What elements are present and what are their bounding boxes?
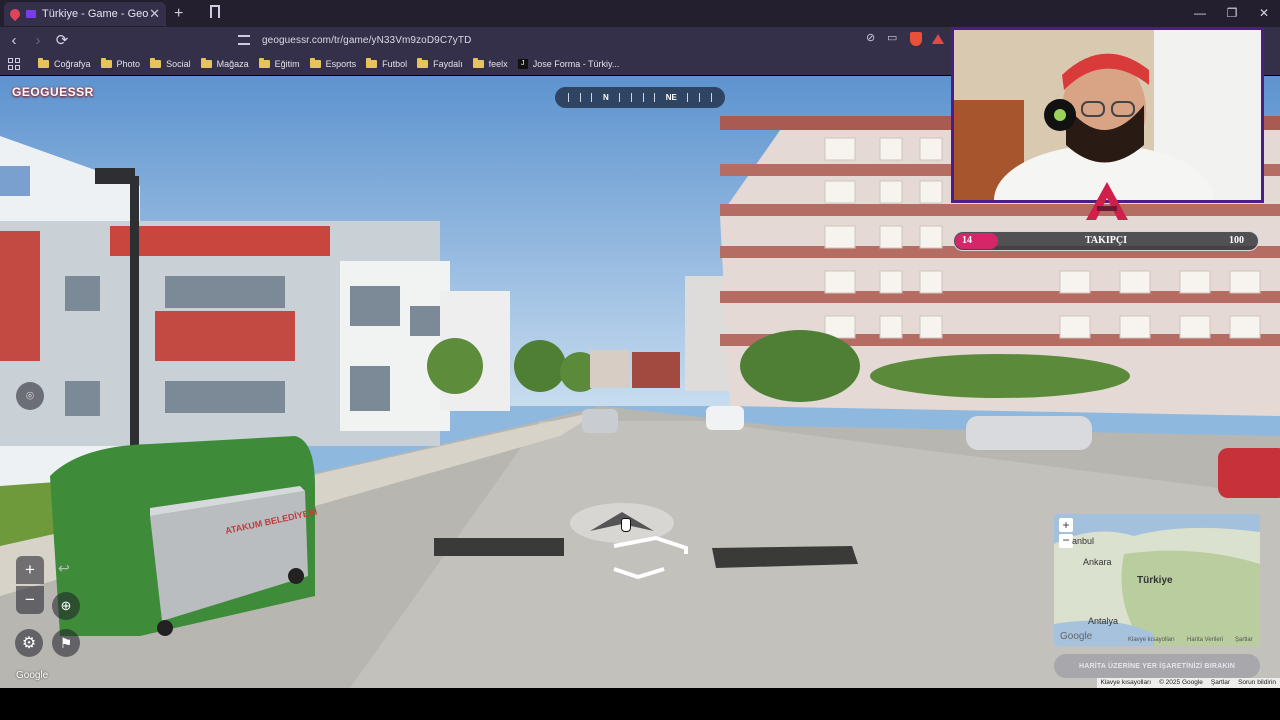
screen-cast-icon[interactable]: ▭ bbox=[887, 31, 897, 44]
map-label-turkiye: Türkiye bbox=[1137, 575, 1173, 586]
bookmark-magaza[interactable]: Mağaza bbox=[200, 58, 249, 69]
cast-off-icon[interactable]: ⊘ bbox=[866, 31, 875, 44]
bookmark-photo[interactable]: Photo bbox=[100, 58, 140, 69]
brave-rewards-icon[interactable] bbox=[932, 34, 944, 44]
follower-label: TAKIPÇI bbox=[1084, 235, 1128, 246]
checkpoint-button[interactable]: ⊕ bbox=[52, 592, 80, 620]
folder-icon bbox=[38, 58, 49, 68]
bookmark-feelx[interactable]: feelx bbox=[472, 58, 508, 69]
bookmark-social[interactable]: Social bbox=[150, 58, 191, 69]
minimap-google-logo: Google bbox=[1060, 631, 1093, 642]
location-pin-icon: ⌾ bbox=[26, 388, 34, 403]
bookmark-egitim[interactable]: Eğitim bbox=[258, 58, 300, 69]
flag-icon: ⚑ bbox=[59, 634, 73, 651]
minimap-data-link[interactable]: Harita Verileri bbox=[1187, 637, 1223, 643]
apps-grid-icon[interactable] bbox=[8, 58, 20, 70]
return-to-start-button[interactable]: ⌾ bbox=[16, 382, 44, 410]
zoom-in-button[interactable]: + bbox=[16, 556, 44, 584]
url-field[interactable]: geoguessr.com/tr/game/yN33Vm9zoD9C7yTD bbox=[232, 30, 952, 50]
compass-northeast: NE bbox=[665, 93, 677, 102]
keyboard-shortcuts-link[interactable]: Klavye kısayolları bbox=[1097, 678, 1156, 688]
geoguessr-logo: GEOGUESSR bbox=[12, 85, 94, 99]
minimap-terms-link[interactable]: Şartlar bbox=[1235, 637, 1253, 643]
gear-icon: ⚙ bbox=[21, 635, 37, 652]
bookmark-jose-forma[interactable]: J Jose Forma - Türkiy... bbox=[517, 59, 619, 69]
settings-button[interactable]: ⚙ bbox=[15, 629, 43, 657]
restore-button[interactable]: ❐ bbox=[1216, 0, 1248, 27]
follower-goal: 100 bbox=[1229, 235, 1244, 246]
webcam-overlay bbox=[951, 27, 1264, 203]
map-label-ankara: Ankara bbox=[1083, 557, 1112, 567]
compass-north: N bbox=[603, 93, 609, 102]
hand-cursor-icon bbox=[621, 518, 631, 532]
channel-logo-icon bbox=[1086, 182, 1128, 220]
close-window-button[interactable]: ✕ bbox=[1248, 0, 1280, 27]
window-controls: — ❐ ✕ bbox=[1184, 0, 1280, 27]
folder-icon bbox=[366, 58, 378, 68]
map-label-antalya: Antalya bbox=[1088, 616, 1119, 626]
bookmark-futbol[interactable]: Futbol bbox=[366, 58, 407, 69]
tab-close-icon[interactable]: ✕ bbox=[149, 6, 160, 22]
minimap-zoom-in-button[interactable]: + bbox=[1059, 518, 1073, 532]
minimap-shortcuts-link[interactable]: Klavye kısayolları bbox=[1128, 637, 1175, 643]
minimize-button[interactable]: — bbox=[1184, 0, 1216, 27]
site-settings-icon[interactable] bbox=[238, 35, 250, 45]
url-text: geoguessr.com/tr/game/yN33Vm9zoD9C7yTD bbox=[262, 34, 472, 46]
folder-icon bbox=[309, 58, 321, 68]
new-tab-button[interactable]: + bbox=[174, 5, 183, 23]
pin-plus-icon: ⊕ bbox=[60, 598, 72, 613]
terms-link[interactable]: Şartlar bbox=[1207, 678, 1234, 688]
folder-icon bbox=[258, 58, 270, 68]
follower-goal-bar: 14 TAKIPÇI 100 bbox=[953, 231, 1259, 251]
brave-shield-icon[interactable] bbox=[910, 32, 922, 46]
guess-button[interactable]: HARİTA ÜZERİNE YER İŞARETİNİZİ BIRAKIN bbox=[1054, 654, 1260, 678]
undo-button[interactable]: ↩ bbox=[58, 560, 70, 577]
location-pin-icon bbox=[7, 6, 23, 21]
folder-icon bbox=[200, 58, 212, 68]
browser-tab-bar: Türkiye - Game - GeoGuessr ✕ + — ❐ ✕ bbox=[0, 0, 1280, 27]
jf-icon: J bbox=[517, 59, 528, 69]
bookmark-faydali[interactable]: Faydalı bbox=[417, 58, 463, 69]
folder-icon bbox=[417, 58, 429, 68]
bookmark-esports[interactable]: Esports bbox=[309, 58, 356, 69]
tab-badge-icon bbox=[26, 9, 36, 18]
back-button[interactable]: ‹ bbox=[4, 32, 24, 49]
streamer-webcam-image bbox=[954, 30, 1261, 200]
copyright-text: © 2025 Google bbox=[1159, 679, 1203, 686]
screen: Türkiye - Game - GeoGuessr ✕ + — ❐ ✕ ‹ ›… bbox=[0, 0, 1280, 720]
flag-button[interactable]: ⚑ bbox=[52, 629, 80, 657]
map-label-istanbul: anbul bbox=[1072, 536, 1095, 546]
tab-title: Türkiye - Game - GeoGuessr bbox=[42, 7, 149, 20]
folder-icon bbox=[100, 58, 112, 68]
browser-tab[interactable]: Türkiye - Game - GeoGuessr ✕ bbox=[4, 1, 166, 26]
forward-button[interactable]: › bbox=[28, 32, 48, 49]
folder-icon bbox=[150, 58, 162, 68]
bookmark-cografya[interactable]: Coğrafya bbox=[38, 58, 91, 69]
reload-icon[interactable]: ⟳ bbox=[52, 31, 72, 49]
zoom-out-button[interactable]: − bbox=[16, 586, 44, 614]
bookmark-icon[interactable] bbox=[210, 5, 220, 18]
folder-icon bbox=[472, 58, 484, 68]
google-footer: Klavye kısayolları © 2025 Google Şartlar… bbox=[1096, 678, 1280, 688]
report-problem-link[interactable]: Sorun bildirin bbox=[1234, 678, 1280, 688]
google-watermark: Google bbox=[16, 670, 49, 681]
minimap-zoom-out-button[interactable]: − bbox=[1059, 534, 1073, 548]
compass-bar: N NE bbox=[555, 87, 725, 108]
